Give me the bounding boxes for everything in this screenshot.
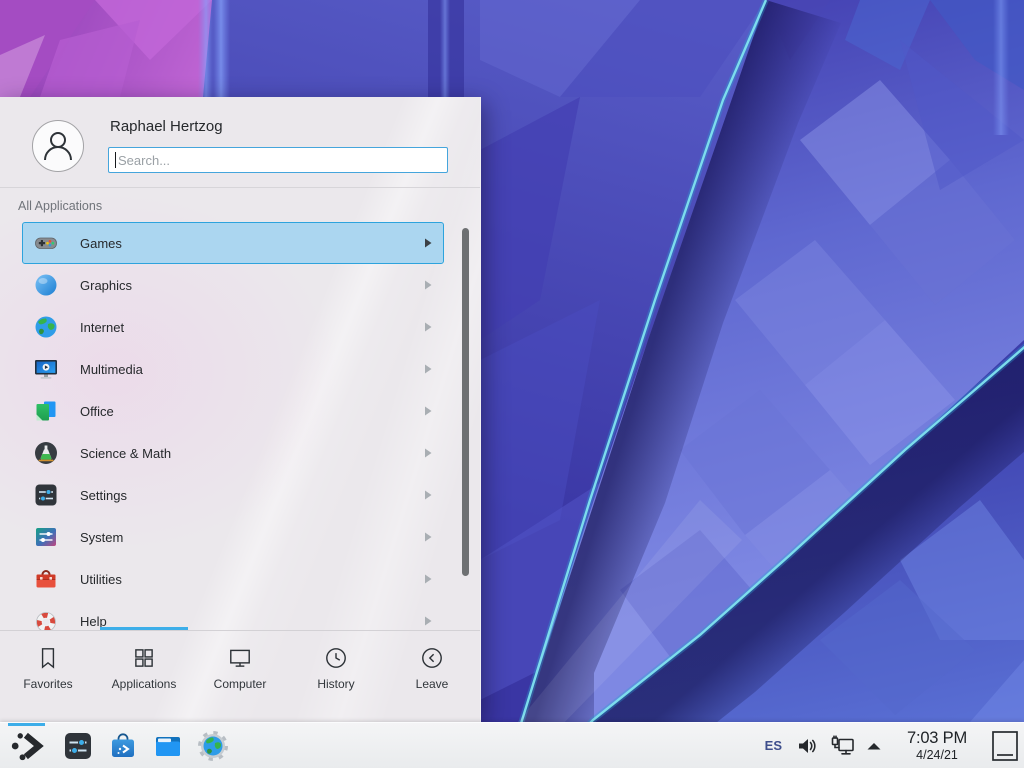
tab-leave[interactable]: Leave	[384, 631, 480, 723]
settings-sliders-icon	[33, 482, 59, 508]
help-lifebuoy-icon	[33, 608, 59, 630]
category-label: Multimedia	[80, 362, 143, 377]
tab-computer[interactable]: Computer	[192, 631, 288, 723]
launcher-header: Raphael Hertzog	[0, 97, 480, 188]
category-list: Games Graphics	[22, 222, 444, 630]
caret-up-icon	[866, 741, 882, 751]
active-tab-indicator	[100, 627, 188, 630]
bookmark-icon	[35, 645, 61, 671]
submenu-arrow-icon	[423, 573, 433, 585]
submenu-arrow-icon	[423, 237, 433, 249]
tab-label: History	[317, 677, 354, 691]
user-avatar[interactable]	[32, 120, 84, 172]
wired-network-icon	[830, 735, 856, 757]
multimedia-monitor-icon	[33, 356, 59, 382]
office-documents-icon	[33, 398, 59, 424]
category-row-internet[interactable]: Internet	[22, 306, 444, 348]
category-row-games[interactable]: Games	[22, 222, 444, 264]
user-name: Raphael Hertzog	[110, 118, 223, 135]
category-label: System	[80, 530, 123, 545]
submenu-arrow-icon	[423, 615, 433, 627]
submenu-arrow-icon	[423, 489, 433, 501]
category-label: Office	[80, 404, 114, 419]
leave-icon	[419, 645, 445, 671]
taskbar: ES	[0, 722, 1024, 768]
category-row-graphics[interactable]: Graphics	[22, 264, 444, 306]
tab-label: Applications	[112, 677, 177, 691]
category-label: Utilities	[80, 572, 122, 587]
taskbar-file-manager[interactable]	[152, 723, 184, 768]
system-settings-icon	[62, 730, 94, 762]
tab-label: Leave	[416, 677, 449, 691]
taskbar-system-settings[interactable]	[62, 723, 94, 768]
submenu-arrow-icon	[423, 405, 433, 417]
tab-favorites[interactable]: Favorites	[0, 631, 96, 723]
submenu-arrow-icon	[423, 447, 433, 459]
digital-clock[interactable]: 7:03 PM 4/24/21	[898, 730, 976, 762]
history-clock-icon	[323, 645, 349, 671]
keyboard-layout-indicator[interactable]: ES	[765, 738, 782, 753]
clock-time: 7:03 PM	[898, 730, 976, 747]
search-input[interactable]	[108, 147, 448, 173]
category-label: Internet	[80, 320, 124, 335]
submenu-arrow-icon	[423, 279, 433, 291]
submenu-arrow-icon	[423, 321, 433, 333]
show-desktop-icon	[992, 731, 1018, 761]
system-tray: ES	[765, 730, 1024, 762]
dolphin-file-manager-icon	[152, 730, 184, 762]
category-label: Graphics	[80, 278, 132, 293]
application-launcher-button[interactable]	[5, 723, 49, 768]
computer-icon	[227, 645, 253, 671]
active-task-indicator	[8, 723, 45, 726]
taskbar-discover[interactable]	[107, 723, 139, 768]
tab-history[interactable]: History	[288, 631, 384, 723]
user-icon	[33, 121, 83, 171]
tray-expander[interactable]	[866, 741, 882, 751]
tab-applications[interactable]: Applications	[96, 631, 192, 723]
submenu-arrow-icon	[423, 531, 433, 543]
scrollbar[interactable]	[462, 228, 469, 576]
utilities-toolbox-icon	[33, 566, 59, 592]
clock-date: 4/24/21	[898, 749, 976, 762]
app-grid-icon	[131, 645, 157, 671]
show-desktop-button[interactable]	[992, 731, 1018, 761]
category-row-help[interactable]: Help	[22, 600, 444, 630]
application-launcher-popup: Raphael Hertzog All Applications Games	[0, 97, 481, 722]
category-row-multimedia[interactable]: Multimedia	[22, 348, 444, 390]
submenu-arrow-icon	[423, 363, 433, 375]
volume-tray-item[interactable]	[796, 736, 818, 756]
taskbar-web-browser[interactable]	[197, 723, 229, 768]
launcher-tab-bar: Favorites Applications Computer	[0, 630, 480, 723]
speaker-icon	[796, 736, 818, 756]
kickoff-launcher-icon	[8, 728, 46, 764]
category-row-science-math[interactable]: Science & Math	[22, 432, 444, 474]
globe-icon	[33, 314, 59, 340]
network-tray-item[interactable]	[830, 735, 856, 757]
category-label: Games	[80, 236, 122, 251]
category-row-office[interactable]: Office	[22, 390, 444, 432]
text-cursor	[115, 152, 116, 168]
section-label: All Applications	[18, 199, 102, 213]
tab-label: Favorites	[23, 677, 72, 691]
gamepad-icon	[33, 230, 59, 256]
desktop: Raphael Hertzog All Applications Games	[0, 0, 1024, 768]
tab-label: Computer	[214, 677, 267, 691]
system-sliders-icon	[33, 524, 59, 550]
graphics-sphere-icon	[33, 272, 59, 298]
category-row-utilities[interactable]: Utilities	[22, 558, 444, 600]
science-flask-icon	[33, 440, 59, 466]
taskbar-left	[0, 723, 229, 768]
discover-software-center-icon	[107, 730, 139, 762]
konqueror-browser-icon	[197, 730, 229, 762]
category-row-settings[interactable]: Settings	[22, 474, 444, 516]
category-row-system[interactable]: System	[22, 516, 444, 558]
category-label: Science & Math	[80, 446, 171, 461]
category-label: Settings	[80, 488, 127, 503]
